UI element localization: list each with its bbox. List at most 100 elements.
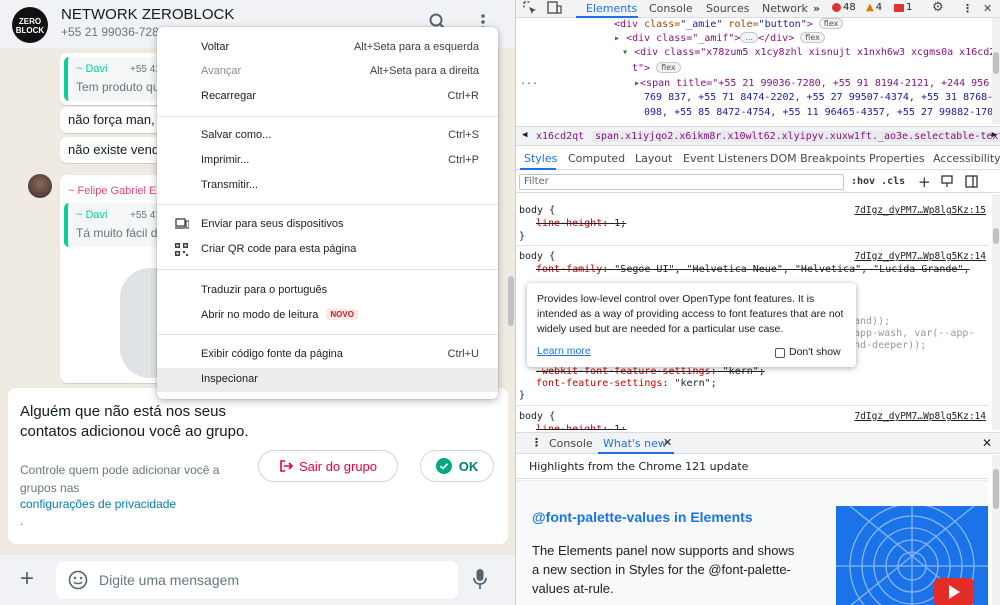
tab-layout[interactable]: Layout — [635, 152, 672, 165]
menu-item-print[interactable]: Imprimir... Ctrl+P — [157, 149, 498, 173]
quoted-message[interactable]: ~ Davi +55 41 Tá muito fácil de — [64, 203, 164, 247]
style-declaration[interactable]: line-height: 1; — [536, 218, 626, 230]
collapsed-badge[interactable]: ... — [740, 32, 759, 43]
breadcrumb-item-selected[interactable]: span.x1iyjqo2.x6ikm8r.x10wlt62.xlyipyv.x… — [592, 131, 1000, 142]
dom-tree[interactable]: <div class="_amie" role="button"> flex ▸… — [516, 18, 1000, 124]
microphone-icon[interactable] — [473, 568, 487, 590]
dom-scrollbar-thumb[interactable] — [993, 52, 999, 74]
close-drawer-icon[interactable]: ✕ — [982, 436, 992, 450]
ok-button[interactable]: OK — [420, 450, 494, 482]
more-tabs-icon[interactable]: » — [813, 2, 820, 15]
video-thumbnail[interactable] — [836, 506, 988, 605]
dom-node[interactable]: ▾ <div class="x78zum5 x1cy8zhl xisnujt x… — [622, 47, 1000, 60]
styles-scrollbar[interactable] — [992, 194, 1000, 430]
expand-triangle-icon[interactable]: ▸ — [614, 33, 620, 44]
tab-dom-breakpoints[interactable]: DOM Breakpoints — [770, 152, 866, 165]
message-bubble[interactable]: não força man, v — [60, 107, 170, 133]
menu-item-back[interactable]: Voltar Alt+Seta para a esquerda — [157, 36, 498, 60]
dont-show-checkbox[interactable]: Don't show — [775, 345, 841, 360]
sender-name[interactable]: ~ Felipe Gabriel E — [68, 185, 156, 197]
drawer-scrollbar-thumb[interactable] — [993, 469, 999, 509]
feature-title[interactable]: @font-palette-values in Elements — [532, 509, 753, 525]
breadcrumb-right-arrow-icon[interactable]: ▶ — [992, 130, 997, 140]
dom-node[interactable]: ▸ <div class="_amif">... </div> flex — [614, 32, 825, 46]
menu-item-inspect[interactable]: Inspecionar — [157, 368, 498, 392]
devtools-menu-icon[interactable]: ⋮ — [962, 2, 973, 15]
device-toolbar-icon[interactable] — [547, 1, 562, 15]
style-declaration[interactable]: font-family: "Segoe UI", "Helvetica Neue… — [536, 264, 970, 276]
style-declaration[interactable]: -webkit-font-feature-settings: "kern"; — [536, 366, 765, 378]
sender-avatar[interactable] — [28, 174, 52, 198]
tab-accessibility[interactable]: Accessibility — [933, 152, 1000, 165]
drawer-tab-console[interactable]: Console — [549, 437, 593, 450]
drawer-tab-whats-new[interactable]: What's new — [603, 437, 667, 450]
rule-source-link[interactable]: 7dIgz_dyPM7…Wp8lg5Kz:14 — [854, 251, 986, 263]
tab-sources[interactable]: Sources — [706, 2, 750, 15]
message-bubble[interactable]: não existe venda — [60, 137, 170, 163]
issues-count-badge[interactable]: 1 — [894, 2, 912, 13]
menu-item-save-as[interactable]: Salvar como... Ctrl+S — [157, 124, 498, 148]
rule-source-link[interactable]: 7dIgz_dyPM7…Wp8lg5Kz:14 — [854, 411, 986, 423]
styles-scrollbar-thumb[interactable] — [993, 228, 999, 244]
style-declaration[interactable]: line-height: 1; — [536, 424, 626, 430]
close-tab-icon[interactable]: ✕ — [663, 436, 672, 449]
collapse-triangle-icon[interactable]: ▾ — [622, 47, 628, 58]
tab-properties[interactable]: Properties — [869, 152, 925, 165]
menu-item-create-qr[interactable]: Criar QR code para esta página — [157, 238, 498, 262]
learn-more-link[interactable]: Learn more — [537, 344, 591, 359]
rule-selector[interactable]: body { — [519, 205, 555, 217]
settings-gear-icon[interactable]: ⚙ — [932, 0, 944, 15]
styles-filter-input[interactable]: Filter — [519, 174, 844, 190]
rule-selector[interactable]: body { — [519, 411, 555, 423]
tab-event-listeners[interactable]: Event Listeners — [683, 152, 768, 165]
tab-computed[interactable]: Computed — [568, 152, 625, 165]
drawer-scrollbar[interactable] — [992, 455, 1000, 605]
message-input[interactable]: Digite uma mensagem — [56, 561, 458, 599]
chat-scrollbar[interactable] — [507, 48, 515, 388]
dom-ellipsis[interactable]: ... — [520, 76, 538, 89]
tab-console[interactable]: Console — [649, 2, 693, 15]
style-declaration[interactable]: font-feature-settings: "kern"; — [536, 378, 717, 390]
menu-item-reading-mode[interactable]: Abrir no modo de leitura NOVO — [157, 304, 498, 328]
breadcrumb-item[interactable]: x16cd2qt — [536, 131, 584, 142]
dom-scrollbar[interactable] — [992, 18, 1000, 124]
dom-node[interactable]: <div class="_amie" role="button"> flex — [614, 18, 844, 32]
new-rule-plus-icon[interactable]: + — [918, 173, 931, 191]
quoted-message[interactable]: ~ Davi +55 41 Tem produto qu — [64, 57, 164, 101]
flex-badge[interactable]: flex — [656, 62, 681, 73]
menu-item-send-to-devices[interactable]: Enviar para seus dispositivos — [157, 213, 498, 237]
flex-badge[interactable]: flex — [818, 18, 844, 29]
menu-item-translate[interactable]: Traduzir para o português — [157, 279, 498, 303]
computed-styles-icon[interactable] — [941, 175, 953, 191]
group-name[interactable]: NETWORK ZEROBLOCK — [61, 6, 234, 23]
tab-elements[interactable]: Elements — [586, 2, 637, 15]
inspect-element-icon[interactable] — [523, 1, 537, 15]
feature-card[interactable]: @font-palette-values in Elements The Ele… — [516, 480, 988, 605]
close-devtools-icon[interactable]: ✕ — [983, 2, 992, 15]
tab-styles[interactable]: Styles — [524, 152, 557, 165]
menu-item-reload[interactable]: Recarregar Ctrl+R — [157, 85, 498, 109]
tab-network[interactable]: Network — [762, 2, 808, 15]
group-avatar[interactable]: ZERO BLOCK — [12, 7, 48, 43]
dom-node[interactable]: ▸<span title="+55 21 99036-7280, +55 91 … — [634, 78, 989, 91]
checkbox-box[interactable] — [775, 347, 785, 358]
breadcrumb-left-arrow-icon[interactable]: ◀ — [522, 130, 527, 140]
attach-plus-icon[interactable]: + — [20, 567, 34, 591]
style-rule[interactable]: body { 7dIgz_dyPM7…Wp8lg5Kz:15 line-heig… — [516, 202, 988, 246]
exit-group-button[interactable]: Sair do grupo — [258, 450, 398, 482]
sidebar-toggle-icon[interactable] — [965, 175, 978, 191]
style-rule[interactable]: body { 7dIgz_dyPM7…Wp8lg5Kz:14 line-heig… — [516, 408, 988, 430]
rule-selector[interactable]: body { — [519, 251, 555, 263]
emoji-icon[interactable] — [68, 570, 88, 590]
privacy-settings-link[interactable]: configurações de privacidade — [20, 497, 176, 511]
menu-item-view-source[interactable]: Exibir código fonte da página Ctrl+U — [157, 343, 498, 367]
warning-count-badge[interactable]: ▲ 4 — [866, 2, 882, 13]
drawer-menu-icon[interactable]: ⋮ — [531, 436, 542, 449]
flex-badge[interactable]: flex — [800, 32, 825, 43]
message-bubble[interactable]: ~ Davi +55 41 Tem produto qu — [60, 53, 170, 105]
rule-source-link[interactable]: 7dIgz_dyPM7…Wp8lg5Kz:15 — [854, 205, 986, 217]
chat-scrollbar-thumb[interactable] — [508, 276, 514, 326]
menu-item-cast[interactable]: Transmitir... — [157, 174, 498, 198]
hov-cls-toggle[interactable]: :hov .cls — [851, 176, 905, 187]
error-count-badge[interactable]: 48 — [832, 2, 856, 13]
